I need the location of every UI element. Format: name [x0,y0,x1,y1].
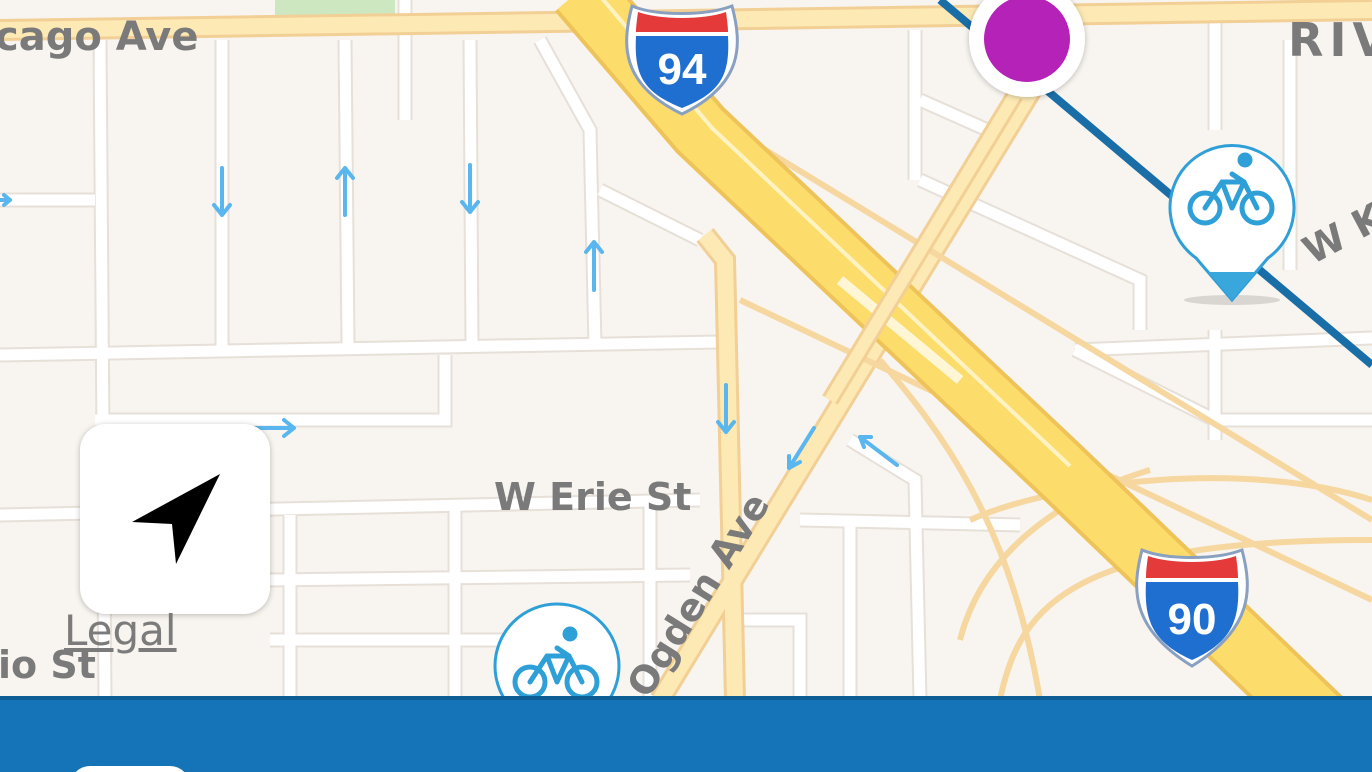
bottom-sheet[interactable] [0,696,1372,772]
map-canvas[interactable]: cago Ave W Erie St Ogden Ave io St W K R… [0,0,1372,772]
navigation-arrow-icon [132,474,220,564]
interstate-90-number: 90 [1168,595,1217,644]
neighborhood-label-river-west: RIV [1288,13,1372,67]
street-label-erie-st: W Erie St [494,475,691,519]
sheet-handle[interactable] [70,766,190,772]
legal-link[interactable]: Legal [64,606,177,655]
street-label-chicago-ave: cago Ave [0,14,198,60]
interstate-94-number: 94 [658,45,707,94]
locate-me-button[interactable] [80,424,270,614]
